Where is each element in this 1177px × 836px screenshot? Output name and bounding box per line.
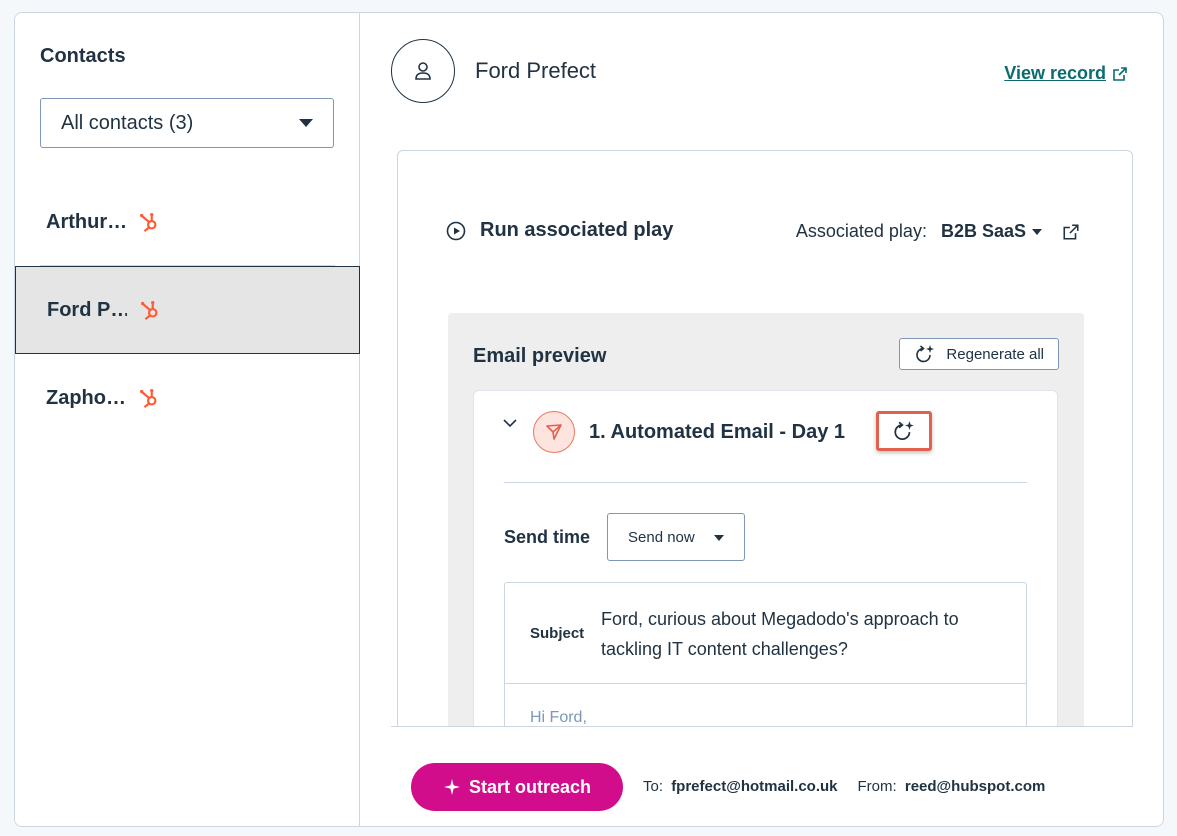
contacts-filter-value: All contacts (3) (61, 111, 194, 134)
regenerate-sparkle-icon (916, 345, 935, 363)
divider (504, 482, 1027, 483)
main-panel: Ford Prefect View record Run associated … (361, 13, 1163, 826)
run-play-row[interactable]: Run associated play (446, 219, 673, 242)
regenerate-all-label: Regenerate all (946, 345, 1044, 363)
from-email: reed@hubspot.com (904, 778, 1046, 795)
from-label: From: (857, 778, 897, 795)
play-circle-icon (446, 221, 466, 240)
hubspot-sprocket-icon (140, 213, 157, 233)
external-link-icon[interactable] (1062, 223, 1080, 241)
send-icon (546, 424, 562, 440)
email-step-card: 1. Automated Email - Day 1 Send time Sen… (473, 390, 1058, 770)
run-play-label: Run associated play (480, 219, 674, 241)
contact-item-name: Arthur… (46, 210, 126, 233)
regenerate-sparkle-icon (894, 421, 914, 441)
start-outreach-button[interactable]: Start outreach (411, 763, 623, 811)
play-card: Run associated play Associated play: B2B… (397, 150, 1133, 770)
avatar (391, 39, 455, 103)
send-time-dropdown[interactable]: Send now (607, 513, 745, 561)
contact-item-zaphod[interactable]: Zapho… (15, 354, 360, 442)
view-record-link[interactable]: View record (1004, 63, 1128, 84)
associated-play: Associated play: B2B SaaS (796, 221, 1080, 242)
to-group: To: fprefect@hotmail.co.uk (643, 778, 838, 795)
email-preview-title: Email preview (473, 345, 607, 367)
send-time-value: Send now (628, 528, 695, 546)
contact-item-name: Zapho… (46, 386, 126, 409)
send-time-label: Send time (504, 527, 591, 547)
contact-item-ford[interactable]: Ford P… (15, 266, 360, 354)
regenerate-email-button[interactable] (876, 411, 932, 451)
contact-list: Arthur… Ford P… Zapho… (15, 178, 360, 442)
email-step-title: 1. Automated Email - Day 1 (589, 421, 845, 443)
associated-play-dropdown[interactable]: B2B SaaS (941, 221, 1042, 242)
app-frame: Contacts All contacts (3) Arthur… Ford P… (14, 12, 1164, 827)
email-body-field[interactable]: Hi Ford, (530, 709, 587, 727)
recipient-info: To: fprefect@hotmail.co.uk From: reed@hu… (643, 778, 1065, 795)
associated-play-label: Associated play: (795, 221, 927, 241)
start-outreach-label: Start outreach (468, 776, 592, 797)
email-type-badge (533, 411, 575, 453)
contacts-filter-dropdown[interactable]: All contacts (3) (40, 98, 334, 148)
divider (505, 683, 1026, 684)
hubspot-sprocket-icon (140, 389, 157, 409)
caret-down-icon (299, 119, 313, 127)
regenerate-all-button[interactable]: Regenerate all (899, 338, 1059, 370)
view-record-label: View record (1004, 63, 1106, 83)
from-group: From: reed@hubspot.com (858, 778, 1046, 795)
subject-label: Subject (530, 625, 585, 642)
email-preview-panel: Email preview Regenerate all 1. Automate… (448, 313, 1084, 770)
subject-field[interactable]: Ford, curious about Megadodo's approach … (601, 604, 1011, 664)
caret-down-icon (714, 535, 724, 541)
contact-item-arthur[interactable]: Arthur… (15, 178, 360, 266)
external-link-icon (1113, 66, 1127, 81)
to-email: fprefect@hotmail.co.uk (671, 778, 838, 795)
to-label: To: (643, 778, 664, 795)
person-icon (415, 62, 431, 80)
hubspot-sprocket-icon (141, 301, 158, 321)
chevron-down-icon[interactable] (502, 417, 518, 429)
caret-down-icon (1032, 228, 1042, 235)
contact-item-name: Ford P… (47, 298, 127, 321)
sparkle-icon (443, 779, 460, 795)
sidebar-title: Contacts (40, 45, 126, 67)
footer-bar: Start outreach To: fprefect@hotmail.co.u… (361, 727, 1163, 826)
contacts-sidebar: Contacts All contacts (3) Arthur… Ford P… (15, 13, 360, 826)
contact-name: Ford Prefect (475, 58, 597, 83)
associated-play-value: B2B SaaS (940, 221, 1026, 241)
